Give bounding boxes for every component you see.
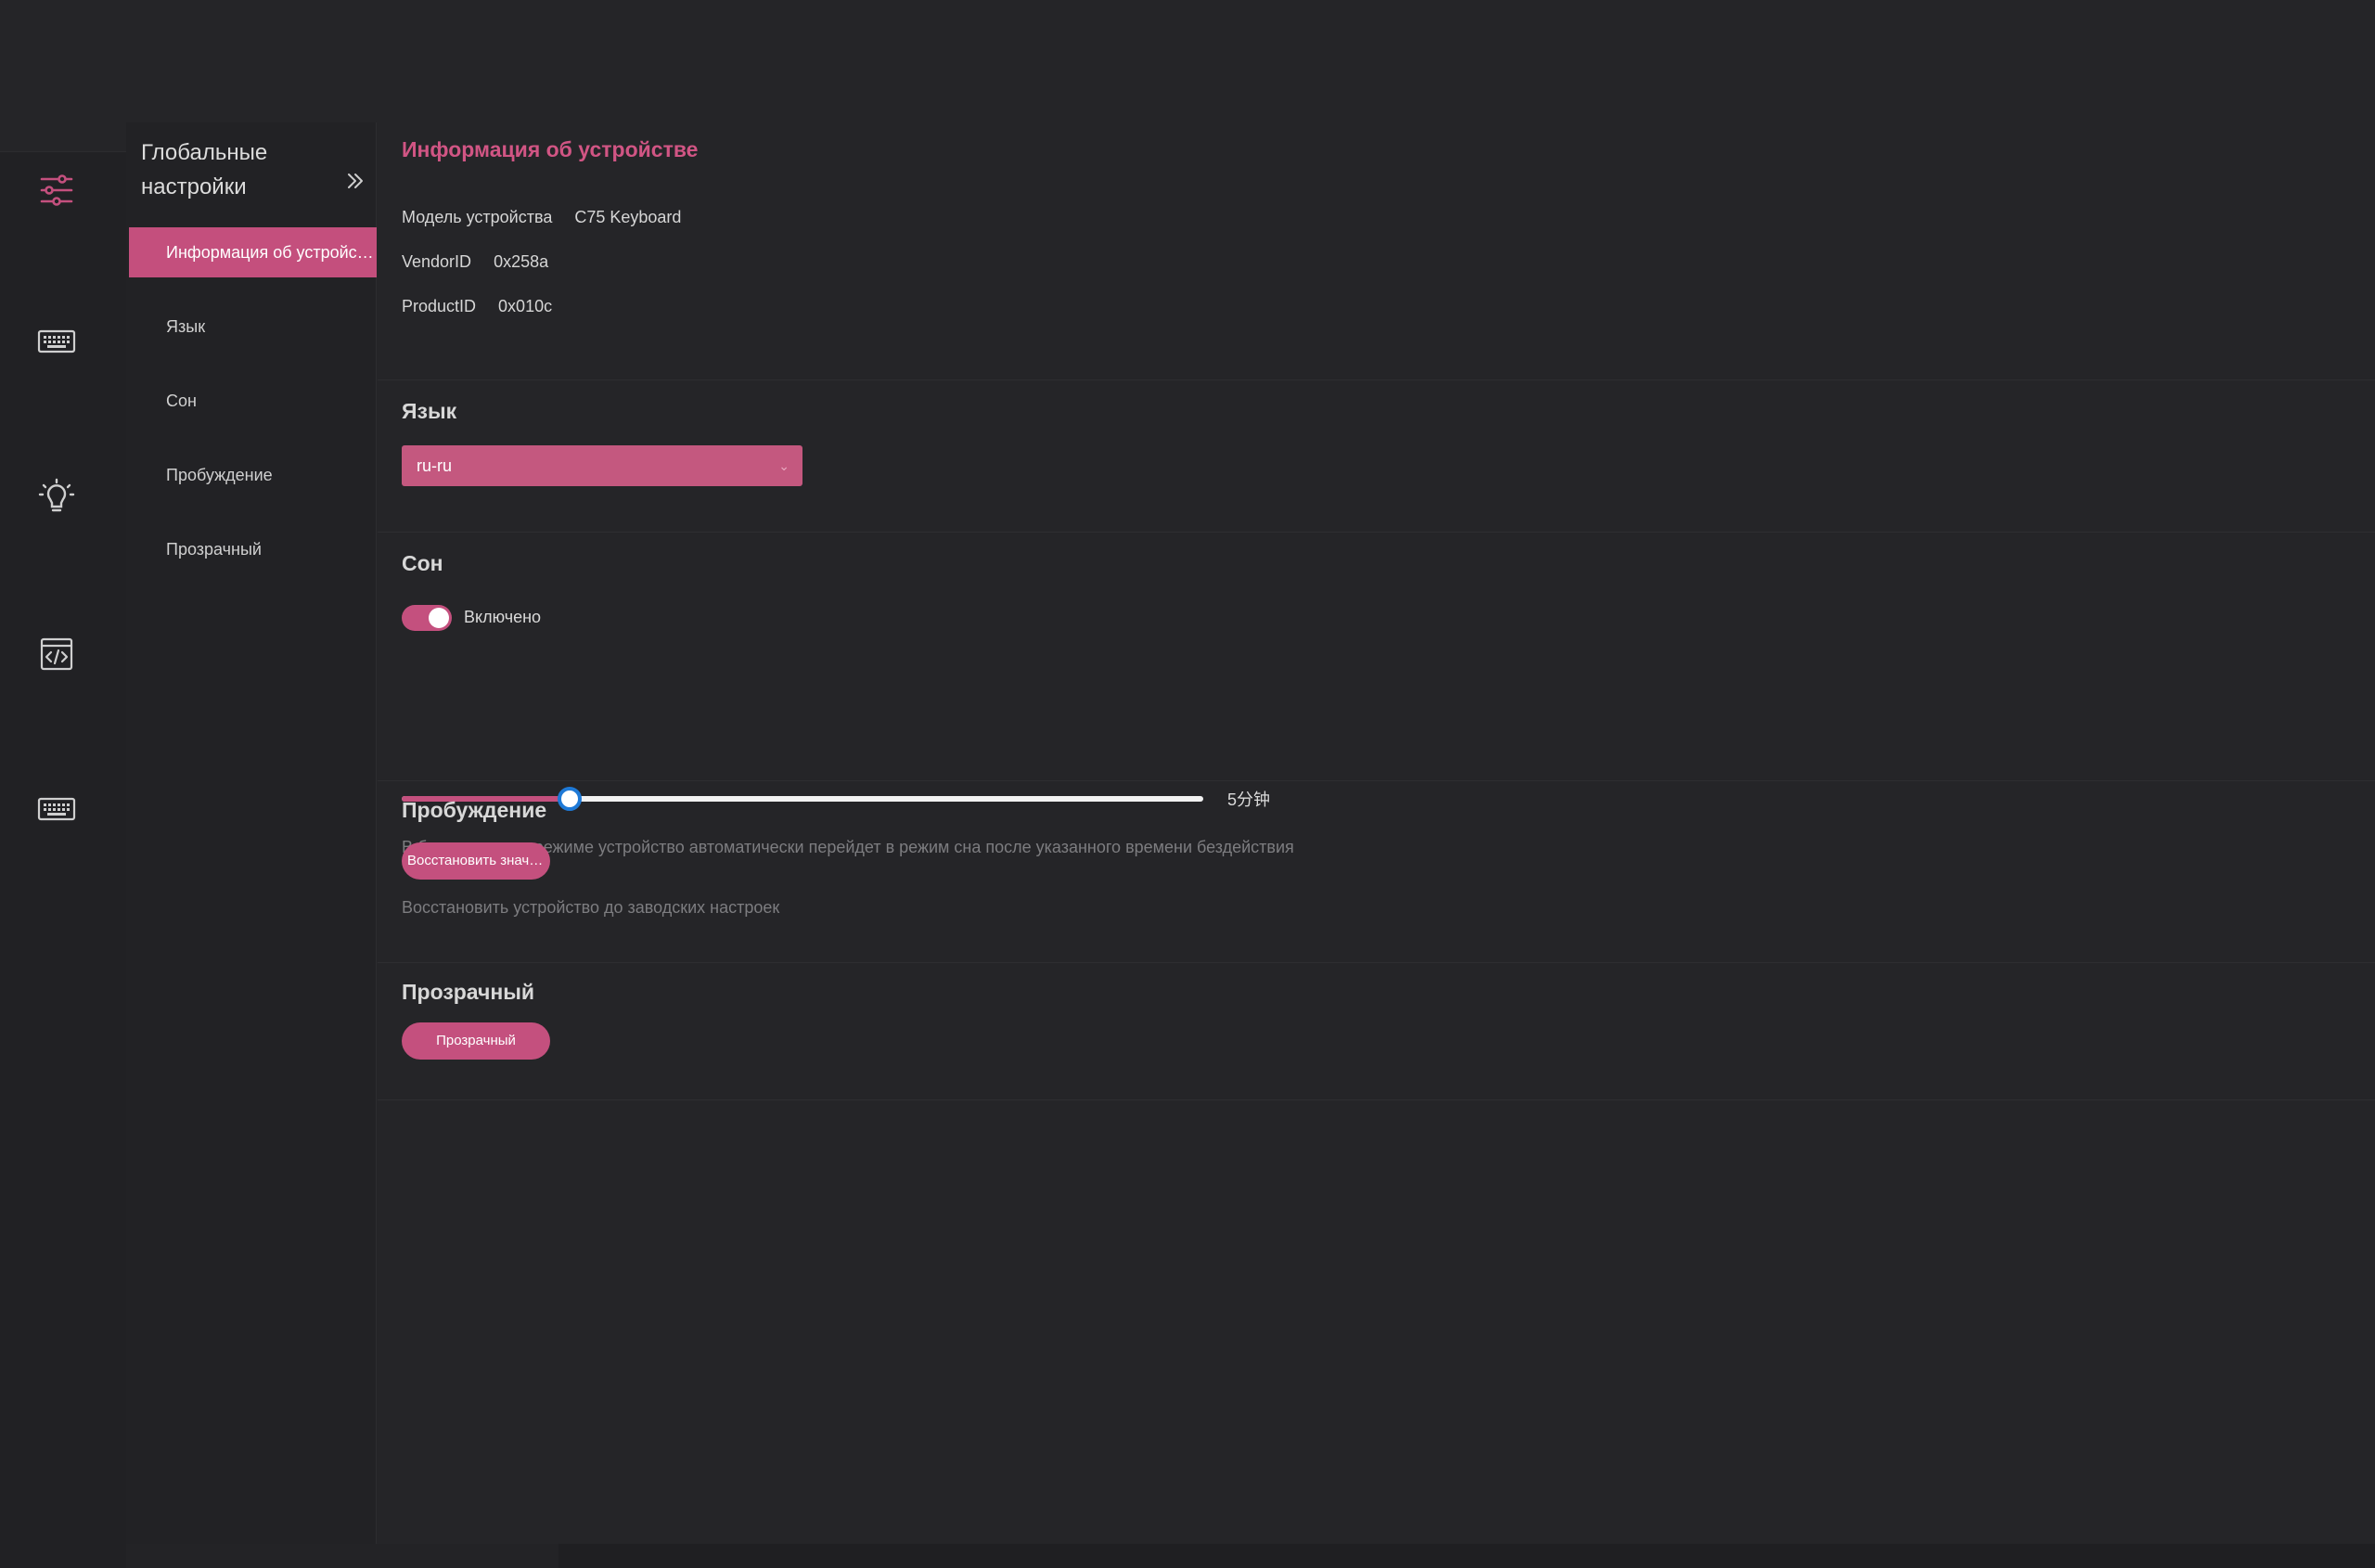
device-model-label: Модель устройства	[402, 208, 553, 226]
wakeup-title: Пробуждение	[402, 798, 547, 822]
chevron-down-icon: ⌄	[778, 458, 790, 473]
language-section: Язык ru-ru ⌄	[378, 380, 2375, 533]
sliders-icon[interactable]	[33, 167, 80, 213]
icon-rail	[0, 151, 126, 1568]
language-select[interactable]: ru-ru ⌄	[402, 445, 802, 486]
settings-subnav: Глобальные настройки Информация об устро…	[126, 122, 377, 1544]
double-chevron-right-icon[interactable]	[341, 167, 369, 195]
transparent-title: Прозрачный	[402, 980, 535, 1004]
sleep-section: Сон Включено 5分钟 В беспроводном режиме у…	[378, 533, 2375, 856]
toggle-knob	[429, 608, 449, 628]
subnav-item-language[interactable]: Язык	[129, 302, 377, 352]
device-model-value: C75 Keyboard	[574, 208, 682, 226]
device-model-row: Модель устройства C75 Keyboard	[402, 208, 681, 227]
subnav-title: Глобальные настройки	[141, 135, 327, 204]
transparent-section: Прозрачный Прозрачный	[378, 963, 2375, 1100]
wakeup-hint: Восстановить устройство до заводских нас…	[402, 898, 780, 917]
transparent-button[interactable]: Прозрачный	[402, 1022, 550, 1060]
page-title: Информация об устройстве	[402, 137, 699, 161]
wakeup-section: Пробуждение Восстановить значения по умо…	[378, 781, 2375, 963]
product-id-label: ProductID	[402, 297, 477, 315]
subnav-title-line1: Глобальные	[141, 140, 268, 165]
product-id-value: 0x010c	[498, 297, 553, 315]
device-info-section: Информация об устройстве Модель устройст…	[378, 122, 2375, 380]
sleep-toggle-label: Включено	[464, 608, 542, 626]
subnav-item-wakeup[interactable]: Пробуждение	[129, 450, 377, 500]
vendor-id-value: 0x258a	[494, 252, 549, 271]
main-content: Информация об устройстве Модель устройст…	[378, 122, 2375, 1544]
keyboard-icon[interactable]	[33, 318, 80, 365]
keyboard-icon[interactable]	[33, 786, 80, 832]
sleep-toggle[interactable]	[402, 605, 452, 631]
top-bar	[0, 0, 2375, 122]
product-id-row: ProductID 0x010c	[402, 297, 552, 316]
vendor-id-row: VendorID 0x258a	[402, 252, 548, 272]
subnav-title-line2: настройки	[141, 174, 247, 199]
subnav-item-device-info[interactable]: Информация об устройстве	[129, 227, 377, 277]
lightbulb-icon[interactable]	[33, 474, 80, 521]
subnav-item-sleep[interactable]: Сон	[129, 376, 377, 426]
language-title: Язык	[402, 399, 457, 423]
subnav-item-transparent[interactable]: Прозрачный	[129, 524, 377, 574]
code-window-icon[interactable]	[33, 631, 80, 677]
bottom-bar	[126, 1544, 2375, 1568]
vendor-id-label: VendorID	[402, 252, 472, 271]
sleep-title: Сон	[402, 551, 443, 575]
language-select-value: ru-ru	[417, 456, 453, 475]
restore-defaults-button[interactable]: Восстановить значения по умолчанию	[402, 842, 550, 880]
